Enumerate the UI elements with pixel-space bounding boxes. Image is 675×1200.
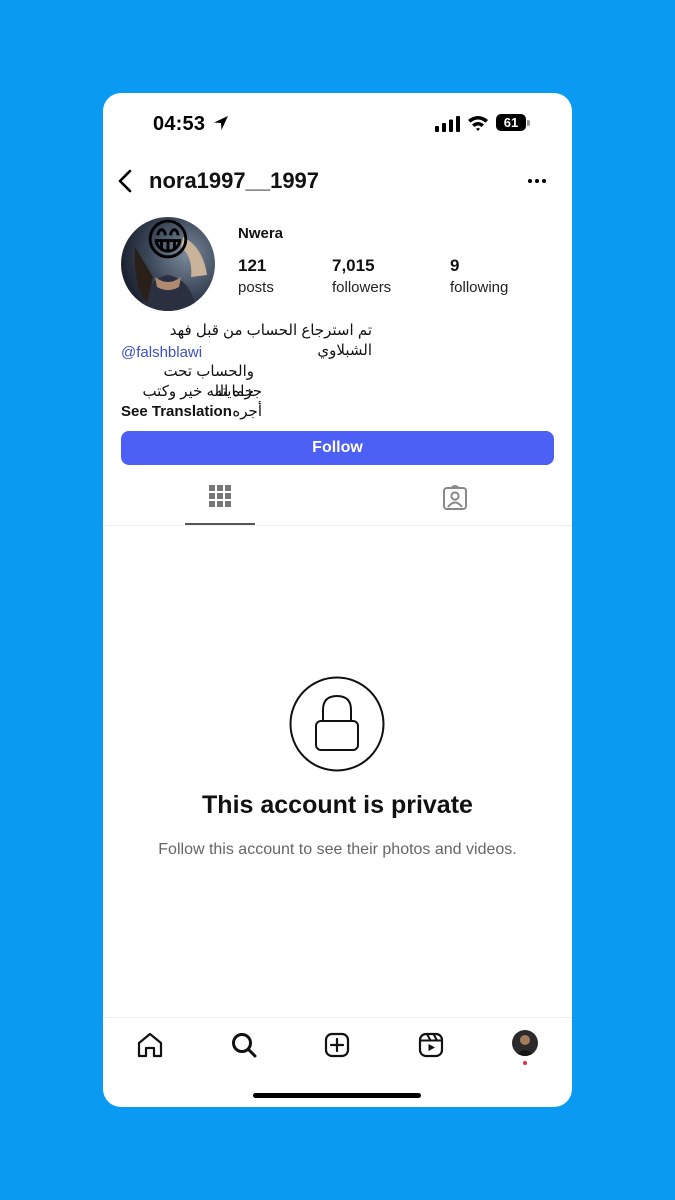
nav-search[interactable] (228, 1029, 260, 1061)
notification-dot (523, 1061, 527, 1065)
cellular-signal-icon (435, 116, 460, 132)
tabs-divider (103, 525, 572, 526)
nav-create[interactable] (321, 1029, 353, 1061)
create-icon (324, 1032, 350, 1058)
nav-home[interactable] (134, 1029, 166, 1061)
home-icon (137, 1032, 163, 1058)
profile-avatar[interactable]: 😁 (121, 217, 215, 311)
stat-label: followers (332, 279, 392, 296)
private-account-subtitle: Follow this account to see their photos … (158, 841, 517, 858)
tagged-icon (443, 485, 467, 510)
status-time: 04:53 (153, 113, 206, 135)
battery-icon: 61 (496, 114, 532, 132)
nav-profile-avatar[interactable] (512, 1030, 538, 1056)
see-translation-link[interactable]: See Translation (121, 402, 421, 422)
stat-following[interactable]: 9 following (450, 256, 508, 296)
stat-value: 121 (238, 256, 267, 275)
display-name: Nwera (238, 225, 284, 242)
location-arrow-icon (214, 116, 228, 130)
stat-value: 9 (450, 256, 460, 275)
reels-icon (418, 1032, 444, 1058)
emoji-face-overlay: 😁 (145, 217, 191, 265)
grid-icon (209, 485, 231, 507)
stat-label: posts (238, 279, 274, 296)
battery-level: 61 (503, 115, 519, 130)
search-icon (232, 1033, 257, 1058)
home-indicator[interactable] (253, 1093, 421, 1098)
bio-mention-link[interactable]: @falshblawi (121, 343, 421, 363)
phone-screen: 04:53 61 nora1997__1997 😁 Nwera 121 post… (103, 93, 572, 1107)
follow-button[interactable]: Follow (121, 431, 554, 465)
stat-followers[interactable]: 7,015 followers (332, 256, 391, 296)
stat-label: following (450, 279, 509, 296)
stat-posts[interactable]: 121 posts (238, 256, 274, 296)
stat-value: 7,015 (332, 256, 375, 275)
profile-username: nora1997__1997 (149, 168, 320, 193)
back-chevron-icon[interactable] (113, 167, 137, 195)
wifi-icon (468, 116, 488, 131)
more-options-icon[interactable] (523, 171, 551, 191)
private-account-title: This account is private (202, 791, 473, 819)
tab-posts-grid[interactable] (185, 485, 255, 523)
bottom-nav-divider (103, 1017, 572, 1018)
nav-reels[interactable] (415, 1029, 447, 1061)
tab-tagged[interactable] (420, 485, 490, 523)
lock-icon (289, 676, 385, 772)
